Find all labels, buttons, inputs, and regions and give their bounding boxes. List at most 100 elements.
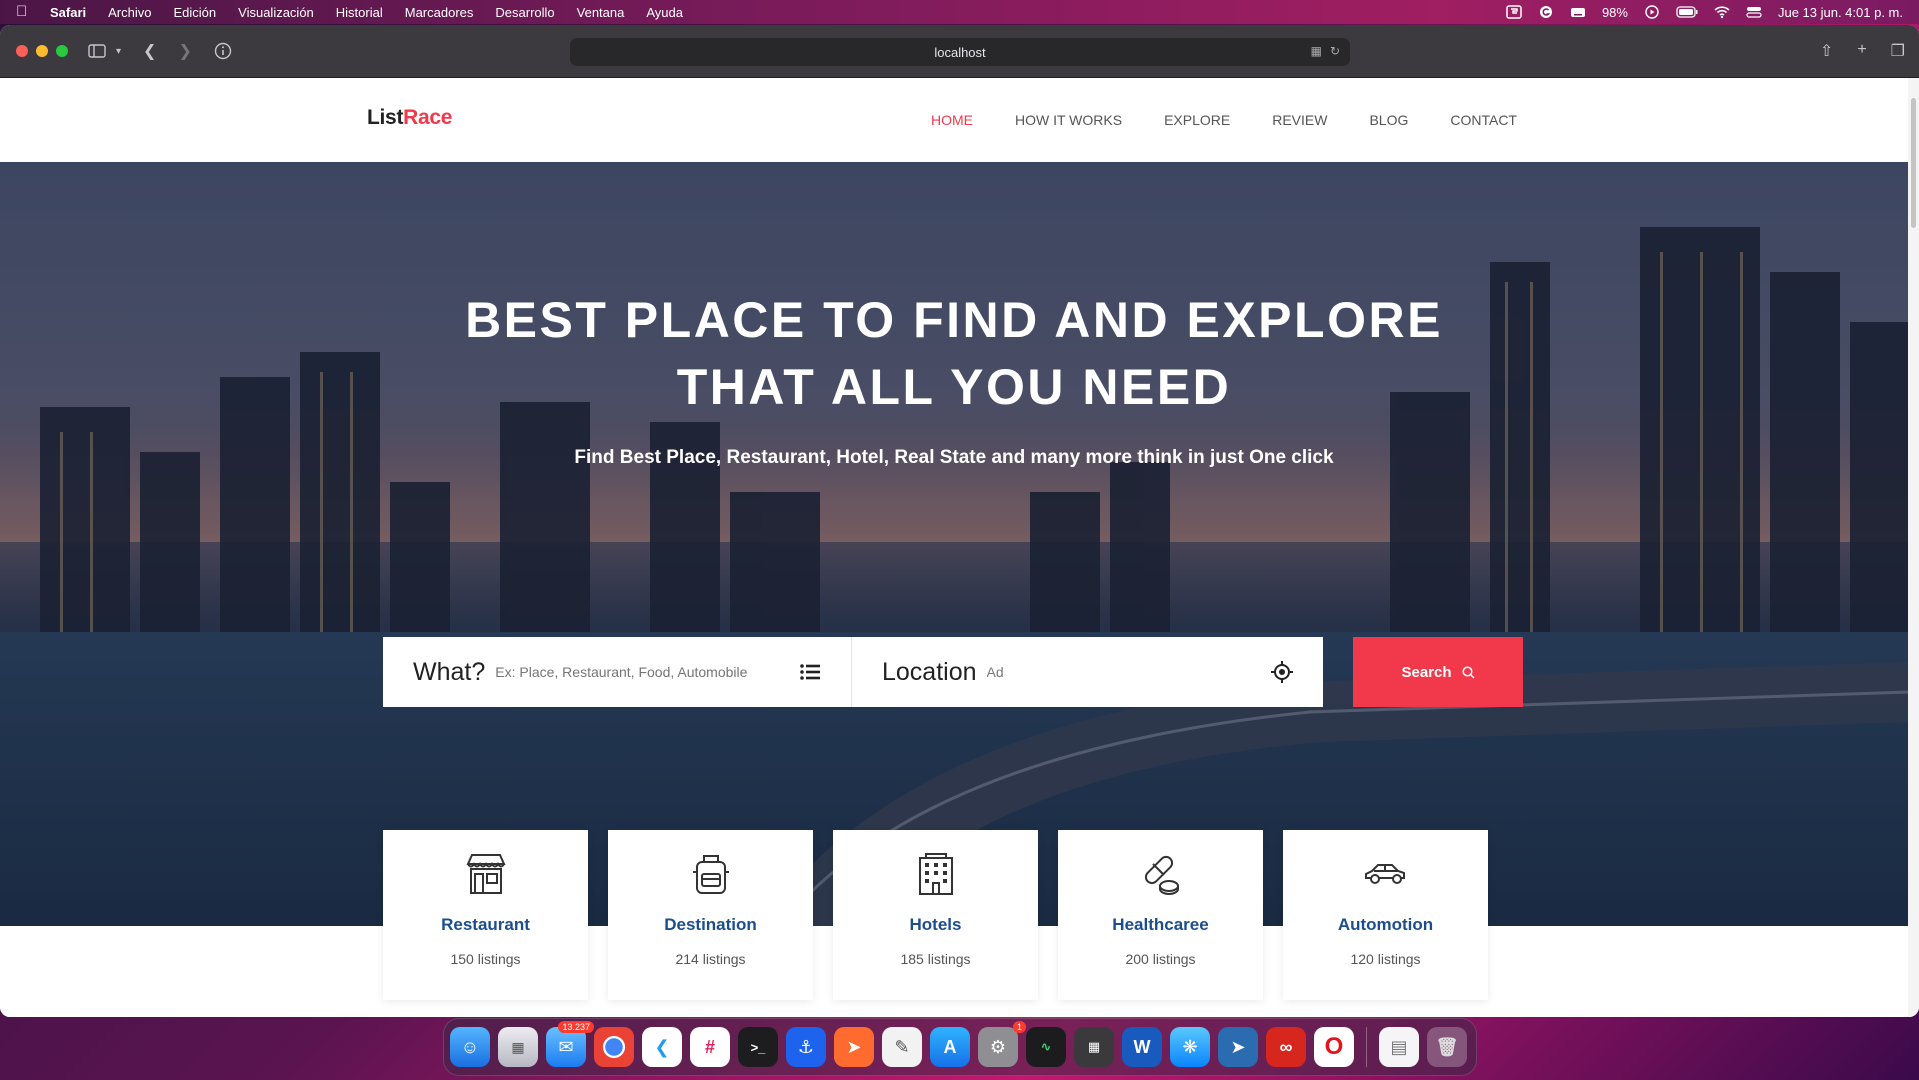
- menu-desarrollo[interactable]: Desarrollo: [495, 5, 554, 20]
- nav-contact[interactable]: CONTACT: [1450, 112, 1517, 128]
- chrome-icon[interactable]: [594, 1027, 634, 1067]
- category-list: Restaurant 150 listings Destination 214 …: [383, 830, 1488, 1000]
- opera-icon[interactable]: O: [1314, 1027, 1354, 1067]
- site-logo[interactable]: ListRace: [367, 106, 452, 130]
- system-settings-icon[interactable]: ⚙ 1: [978, 1021, 1026, 1067]
- location-field[interactable]: Location: [852, 637, 1323, 707]
- menu-visualizacion[interactable]: Visualización: [238, 5, 314, 20]
- info-icon[interactable]: [214, 42, 232, 60]
- pills-icon: [1144, 855, 1179, 895]
- chevron-down-icon[interactable]: ▾: [116, 46, 121, 57]
- menu-archivo[interactable]: Archivo: [108, 5, 151, 20]
- menu-ventana[interactable]: Ventana: [577, 5, 625, 20]
- car-icon: [1364, 864, 1405, 884]
- minimize-window-button[interactable]: [36, 45, 48, 57]
- control-center-icon[interactable]: [1746, 5, 1762, 19]
- settings-badge: 1: [1012, 1021, 1026, 1033]
- category-name: Restaurant: [441, 915, 530, 934]
- nav-how-it-works[interactable]: HOW IT WORKS: [1015, 112, 1122, 128]
- fullscreen-window-button[interactable]: [56, 45, 68, 57]
- safari-icon[interactable]: ❋: [1170, 1027, 1210, 1067]
- reload-icon[interactable]: ↻: [1330, 44, 1340, 58]
- forward-icon[interactable]: ❯: [178, 41, 191, 61]
- what-field[interactable]: What?: [383, 637, 852, 707]
- vscode-icon[interactable]: ❮: [642, 1027, 682, 1067]
- calculator-icon[interactable]: ▦: [1074, 1027, 1114, 1067]
- address-bar-actions: ▦ ↻: [1311, 44, 1340, 58]
- page-scrollbar[interactable]: [1908, 78, 1919, 1017]
- remote-desktop-icon[interactable]: ➤: [1218, 1027, 1258, 1067]
- menu-historial[interactable]: Historial: [336, 5, 383, 20]
- url-text[interactable]: localhost: [934, 45, 985, 60]
- menu-ayuda[interactable]: Ayuda: [646, 5, 683, 20]
- nav-review[interactable]: REVIEW: [1272, 112, 1327, 128]
- hero-overlay: [0, 162, 1908, 926]
- terminal-icon[interactable]: >_: [738, 1027, 778, 1067]
- menubar-status: 98% Jue 13 jun. 4:01 p. m.: [1506, 5, 1903, 20]
- category-card-hotels[interactable]: Hotels 185 listings: [833, 830, 1038, 1000]
- category-card-restaurant[interactable]: Restaurant 150 listings: [383, 830, 588, 1000]
- site-header: ListRace HOME HOW IT WORKS EXPLORE REVIE…: [0, 78, 1908, 162]
- app-status-icon[interactable]: [1506, 5, 1522, 19]
- nav-home[interactable]: HOME: [931, 112, 973, 128]
- back-icon[interactable]: ❮: [143, 41, 156, 61]
- word-icon[interactable]: W: [1122, 1027, 1162, 1067]
- category-count: 120 listings: [1350, 951, 1421, 967]
- launchpad-icon[interactable]: ▦: [498, 1027, 538, 1067]
- backpack-icon: [692, 855, 729, 894]
- dock-separator: [1366, 1027, 1367, 1067]
- share-icon[interactable]: ⇧: [1820, 41, 1833, 61]
- mail-icon[interactable]: ✉ 13.237: [546, 1021, 594, 1067]
- scrollbar-thumb[interactable]: [1911, 98, 1916, 228]
- nav-explore[interactable]: EXPLORE: [1164, 112, 1230, 128]
- safari-window: ▾ ❮ ❯ localhost ▦ ↻ ⇧ + ❐ ListRace HOME …: [0, 25, 1919, 1017]
- app-store-icon[interactable]: A: [930, 1027, 970, 1067]
- battery-icon[interactable]: [1676, 5, 1698, 19]
- nav-blog[interactable]: BLOG: [1369, 112, 1408, 128]
- menu-app-name[interactable]: Safari: [50, 5, 86, 20]
- acrobat-icon[interactable]: ∞: [1266, 1027, 1306, 1067]
- logo-primary: List: [367, 106, 404, 129]
- keyboard-icon[interactable]: [1570, 5, 1586, 19]
- category-count: 150 listings: [450, 951, 521, 967]
- close-window-button[interactable]: [16, 45, 28, 57]
- search-icon: [1461, 665, 1475, 679]
- main-nav: HOME HOW IT WORKS EXPLORE REVIEW BLOG CO…: [931, 112, 1517, 128]
- docker-icon[interactable]: ⚓: [786, 1027, 826, 1067]
- category-count: 200 listings: [1125, 951, 1196, 967]
- crosshair-icon[interactable]: [1271, 661, 1293, 683]
- list-icon[interactable]: [799, 661, 821, 683]
- activity-monitor-icon[interactable]: ∿: [1026, 1027, 1066, 1067]
- category-card-healthcare[interactable]: Healthcaree 200 listings: [1058, 830, 1263, 1000]
- logo-accent: Race: [403, 106, 453, 129]
- menubar-clock[interactable]: Jue 13 jun. 4:01 p. m.: [1778, 5, 1903, 20]
- postman-icon[interactable]: ➤: [834, 1027, 874, 1067]
- category-name: Destination: [664, 915, 757, 934]
- address-bar[interactable]: localhost ▦ ↻: [570, 38, 1350, 66]
- apple-icon[interactable]: : [16, 4, 32, 20]
- category-card-destination[interactable]: Destination 214 listings: [608, 830, 813, 1000]
- grammarly-icon[interactable]: [1538, 5, 1554, 19]
- hero-title-line-2: THAT ALL YOU NEED: [676, 359, 1232, 415]
- slack-icon[interactable]: #: [690, 1027, 730, 1067]
- textedit-icon[interactable]: ✎: [882, 1027, 922, 1067]
- category-card-automotion[interactable]: Automotion 120 listings: [1283, 830, 1488, 1000]
- menubar:  Safari Archivo Edición Visualización H…: [0, 0, 1919, 24]
- document-icon[interactable]: ▤: [1379, 1027, 1419, 1067]
- wifi-icon[interactable]: [1714, 5, 1730, 19]
- what-input[interactable]: [495, 664, 796, 680]
- browser-toolbar: ▾ ❮ ❯ localhost ▦ ↻ ⇧ + ❐: [0, 25, 1919, 78]
- search-button[interactable]: Search: [1353, 637, 1523, 707]
- new-tab-icon[interactable]: +: [1857, 41, 1866, 61]
- finder-icon[interactable]: ☺: [450, 1027, 490, 1067]
- translate-icon[interactable]: ▦: [1311, 44, 1322, 58]
- location-input[interactable]: [986, 664, 1287, 680]
- category-name: Automotion: [1337, 915, 1434, 934]
- sidebar-toggle-icon[interactable]: ▾: [88, 44, 121, 58]
- what-label: What?: [413, 657, 486, 686]
- trash-icon[interactable]: 🗑: [1427, 1027, 1467, 1067]
- play-icon[interactable]: [1644, 5, 1660, 19]
- tab-overview-icon[interactable]: ❐: [1891, 41, 1905, 61]
- menu-edicion[interactable]: Edición: [174, 5, 217, 20]
- menu-marcadores[interactable]: Marcadores: [405, 5, 474, 20]
